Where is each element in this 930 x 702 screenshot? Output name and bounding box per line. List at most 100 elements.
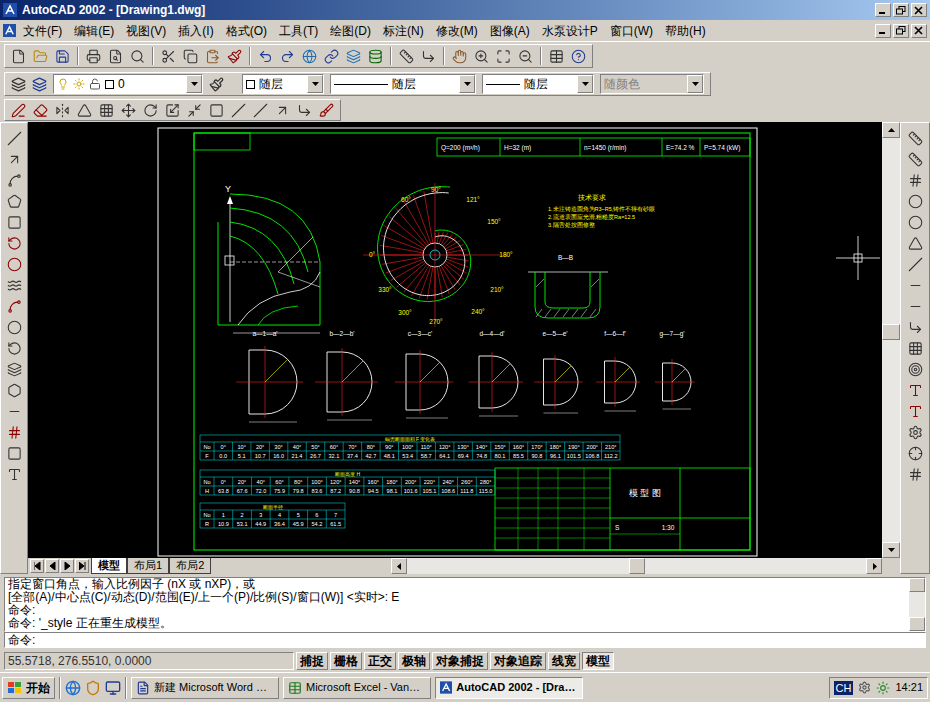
arc-icon[interactable]: [7, 236, 22, 251]
tab-nav-button[interactable]: [60, 559, 74, 573]
layout-tab[interactable]: 布局2: [169, 558, 211, 574]
zoom-window-icon[interactable]: [496, 49, 511, 64]
menu-item[interactable]: 窗口(W): [605, 22, 658, 40]
layer-thaw-icon[interactable]: [73, 78, 85, 90]
properties-icon[interactable]: [549, 49, 564, 64]
linear-dim-icon[interactable]: [908, 131, 923, 146]
array-icon[interactable]: [99, 103, 114, 118]
maximize-button[interactable]: [893, 24, 909, 38]
menu-item[interactable]: 编辑(E): [69, 22, 119, 40]
history-scroll-down[interactable]: [909, 617, 925, 631]
preview-icon[interactable]: [108, 49, 123, 64]
tab-nav-button[interactable]: [75, 559, 89, 573]
status-toggle[interactable]: 对象捕捉: [432, 652, 488, 670]
xline-icon[interactable]: [7, 152, 22, 167]
erase-icon[interactable]: [33, 103, 48, 118]
help-icon[interactable]: [571, 49, 586, 64]
lineweight-dropdown[interactable]: 随层: [482, 74, 594, 94]
minimize-button[interactable]: [875, 3, 891, 17]
close-button[interactable]: [911, 3, 927, 17]
layer-dropdown[interactable]: 0: [53, 74, 203, 94]
drawing-canvas[interactable]: Q=200 (m³/h)H=32 (m)n=1450 (r/min)E=74.2…: [28, 122, 882, 558]
copy-icon[interactable]: [183, 49, 198, 64]
tab-nav-button[interactable]: [30, 559, 44, 573]
dropdown-button[interactable]: [459, 75, 475, 93]
scale-icon[interactable]: [165, 103, 180, 118]
dropdown-button[interactable]: [577, 75, 593, 93]
hyperlink-icon[interactable]: [324, 49, 339, 64]
layout-tab[interactable]: 模型: [91, 558, 127, 574]
menu-item[interactable]: 帮助(H): [660, 22, 711, 40]
down-arrow-button[interactable]: [882, 542, 900, 558]
offset-icon[interactable]: [77, 103, 92, 118]
spline-icon[interactable]: [7, 299, 22, 314]
new-icon[interactable]: [11, 49, 26, 64]
ellipse-icon[interactable]: [7, 320, 22, 335]
chamfer-icon[interactable]: [297, 103, 312, 118]
design-center-icon[interactable]: [346, 49, 361, 64]
dim-text-edit-icon[interactable]: [908, 404, 923, 419]
continue-dim-icon[interactable]: [908, 299, 923, 314]
make-current-icon[interactable]: [32, 77, 47, 92]
pan-icon[interactable]: [452, 49, 467, 64]
stretch-icon[interactable]: [187, 103, 202, 118]
maximize-button[interactable]: [893, 3, 909, 17]
angular-dim-icon[interactable]: [908, 236, 923, 251]
mirror-icon[interactable]: [55, 103, 70, 118]
taskbar-button[interactable]: Microsoft Excel - VaneS...: [283, 677, 431, 699]
quick-dim-icon[interactable]: [908, 257, 923, 272]
edit-icon[interactable]: [11, 103, 26, 118]
print-icon[interactable]: [86, 49, 101, 64]
status-toggle[interactable]: 线宽: [548, 652, 580, 670]
vertical-scrollbar[interactable]: [882, 122, 900, 558]
taskbar-button[interactable]: 新建 Microsoft Word 文...: [131, 677, 279, 699]
break-icon[interactable]: [275, 103, 290, 118]
polygon-icon[interactable]: [7, 194, 22, 209]
ime-indicator[interactable]: CH: [834, 681, 854, 695]
start-button[interactable]: 开始: [2, 677, 55, 699]
ordinate-dim-icon[interactable]: [908, 173, 923, 188]
menu-item[interactable]: 修改(M): [431, 22, 483, 40]
make-block-icon[interactable]: [7, 383, 22, 398]
status-toggle[interactable]: 对象追踪: [490, 652, 546, 670]
open-icon[interactable]: [33, 49, 48, 64]
rotate-icon[interactable]: [143, 103, 158, 118]
polyline-icon[interactable]: [7, 173, 22, 188]
left-arrow-button[interactable]: [391, 558, 407, 574]
color-dropdown[interactable]: 随层: [242, 74, 324, 94]
dim-override-icon[interactable]: [908, 467, 923, 482]
tray-settings-icon[interactable]: [858, 681, 871, 694]
zoom-previous-icon[interactable]: [518, 49, 533, 64]
status-toggle[interactable]: 正交: [364, 652, 396, 670]
baseline-dim-icon[interactable]: [908, 278, 923, 293]
menu-item[interactable]: 绘图(D): [325, 22, 376, 40]
mtext-icon[interactable]: [7, 467, 22, 482]
history-scroll-up[interactable]: [909, 578, 925, 592]
revcloud-icon[interactable]: [7, 278, 22, 293]
extend-icon[interactable]: [253, 103, 268, 118]
dropdown-button[interactable]: [307, 75, 323, 93]
horizontal-scrollbar[interactable]: [391, 558, 882, 574]
move-icon[interactable]: [121, 103, 136, 118]
web-icon[interactable]: [302, 49, 317, 64]
center-mark-icon[interactable]: [908, 362, 923, 377]
browser-icon[interactable]: [65, 680, 81, 696]
insert-block-icon[interactable]: [7, 362, 22, 377]
layer-on-icon[interactable]: [57, 78, 69, 90]
command-input[interactable]: 命令:: [4, 632, 926, 648]
menu-item[interactable]: 标注(N): [378, 22, 429, 40]
menu-item[interactable]: 水泵设计P: [537, 22, 603, 40]
tray-umbrella-icon[interactable]: [876, 681, 890, 695]
dim-style-icon[interactable]: [908, 425, 923, 440]
match-properties-icon[interactable]: [227, 49, 242, 64]
layout-tab[interactable]: 布局1: [127, 558, 169, 574]
layer-previous-icon[interactable]: [209, 77, 224, 92]
ellipse-arc-icon[interactable]: [7, 341, 22, 356]
circle-icon[interactable]: [7, 257, 22, 272]
menu-item[interactable]: 工具(T): [274, 22, 323, 40]
diameter-dim-icon[interactable]: [908, 215, 923, 230]
ucs-icon[interactable]: [421, 49, 436, 64]
cut-icon[interactable]: [161, 49, 176, 64]
trim-icon[interactable]: [231, 103, 246, 118]
point-icon[interactable]: [7, 404, 22, 419]
